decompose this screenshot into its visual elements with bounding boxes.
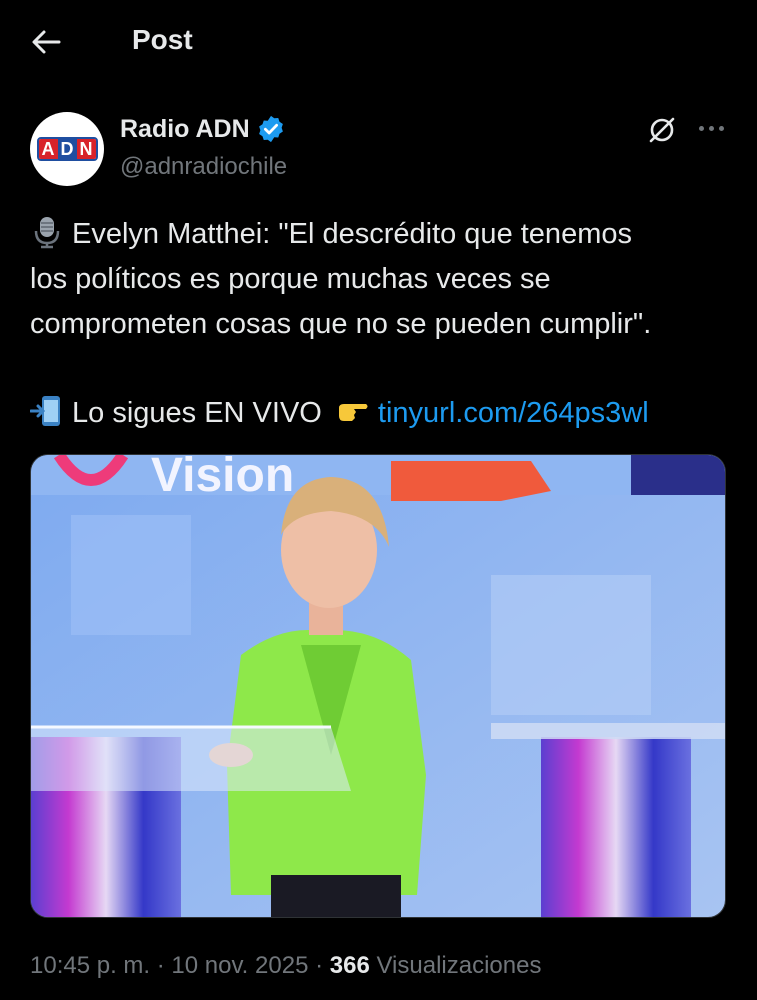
tweet-line: comprometen cosas que no se pueden cumpl… bbox=[30, 308, 652, 340]
tweet-line: los políticos es porque muchas veces se bbox=[30, 263, 551, 295]
view-count: 366 bbox=[329, 952, 370, 979]
tweet-media-image[interactable]: Vision bbox=[30, 454, 726, 918]
tweet-text: Evelyn Matthei: "El descrédito que tenem… bbox=[30, 212, 730, 436]
more-options-icon[interactable] bbox=[694, 116, 728, 140]
author-name[interactable]: Radio ADN bbox=[120, 114, 286, 144]
page-title: Post bbox=[132, 24, 193, 55]
verified-badge-icon bbox=[258, 115, 283, 143]
arrow-left-icon bbox=[32, 30, 61, 54]
tweet-time[interactable]: 10:45 p. m. bbox=[30, 952, 150, 979]
avatar[interactable]: ADN bbox=[30, 112, 104, 186]
radio-adn-logo: ADN bbox=[36, 137, 98, 161]
tweet-meta: 10:45 p. m. · 10 nov. 2025 · 366 Visuali… bbox=[30, 952, 542, 979]
tweet-date[interactable]: 10 nov. 2025 bbox=[171, 952, 308, 979]
tweet-link[interactable]: tinyurl.com/264ps3wl bbox=[378, 397, 649, 429]
pointing-right-emoji bbox=[338, 404, 368, 421]
author-name-text: Radio ADN bbox=[120, 114, 250, 143]
tweet-line: Evelyn Matthei: "El descrédito que tenem… bbox=[30, 212, 730, 257]
top-bar: Post bbox=[0, 0, 757, 84]
views-label: Visualizaciones bbox=[369, 952, 542, 979]
tweet-live-line: Lo sigues EN VIVO tinyurl.com/264ps3wl bbox=[30, 391, 730, 436]
microphone-emoji bbox=[34, 217, 60, 249]
author-handle[interactable]: @adnradiochile bbox=[120, 153, 287, 181]
mobile-arrow-emoji bbox=[30, 396, 60, 426]
debate-photo: Vision bbox=[31, 455, 725, 917]
vision-backdrop-text: Vision bbox=[151, 455, 294, 502]
grok-icon[interactable] bbox=[646, 114, 678, 146]
back-button[interactable] bbox=[26, 24, 66, 60]
